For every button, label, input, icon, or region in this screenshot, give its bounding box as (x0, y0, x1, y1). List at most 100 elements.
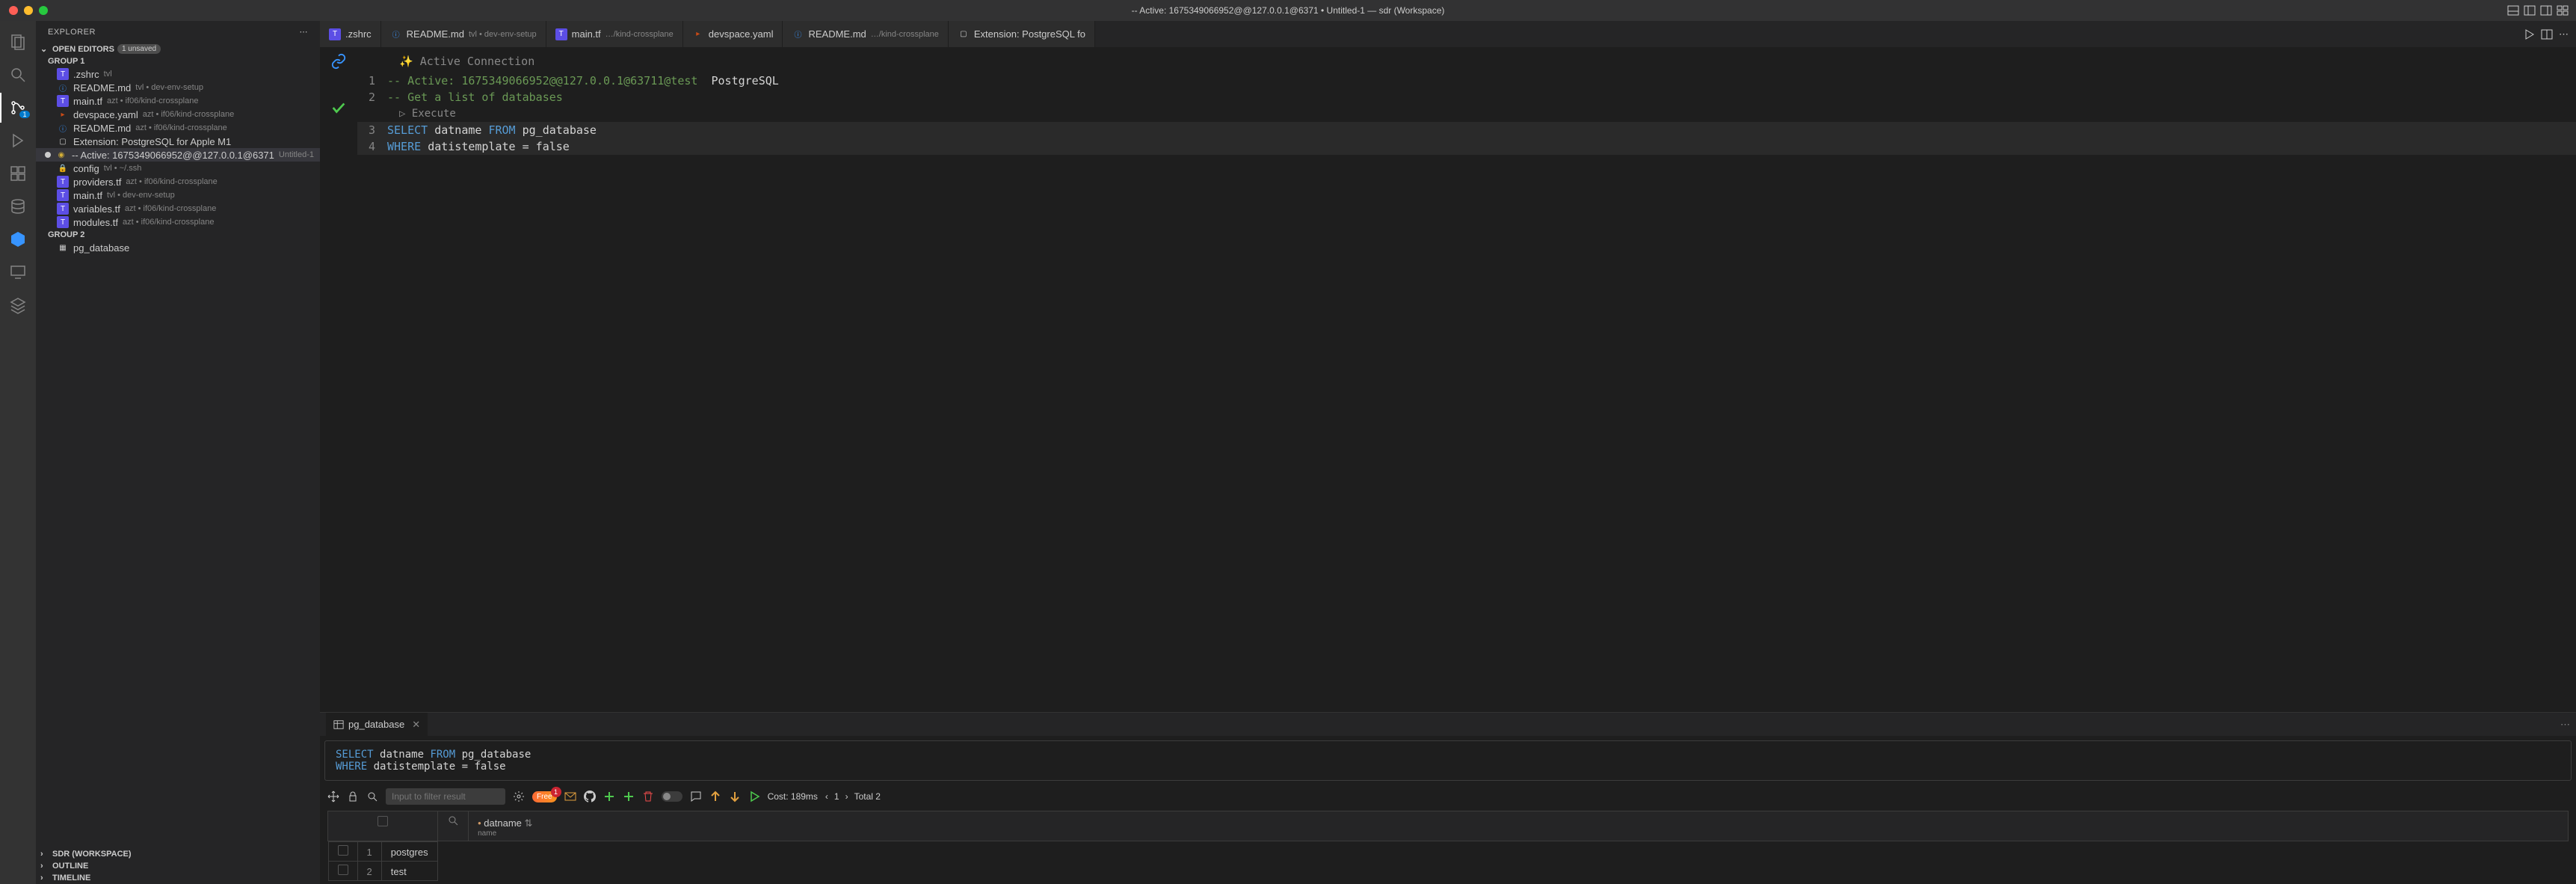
activity-database[interactable] (0, 191, 36, 221)
code-editor[interactable]: ✨ Active Connection 1-- Active: 16753490… (357, 47, 2576, 712)
play-icon[interactable] (748, 791, 760, 802)
tree-item[interactable]: ▸devspace.yaml azt • if06/kind-crossplan… (36, 108, 320, 121)
trash-icon[interactable] (642, 791, 654, 802)
file-desc: azt • if06/kind-crossplane (135, 123, 227, 132)
editor-body[interactable]: ✨ Active Connection 1-- Active: 16753490… (320, 47, 2576, 712)
activity-search[interactable] (0, 60, 36, 90)
file-name: variables.tf (73, 203, 120, 215)
toggle-sidebar-icon[interactable] (2524, 4, 2536, 16)
more-icon[interactable]: ⋯ (2559, 28, 2569, 40)
modified-dot (45, 152, 51, 158)
toggle-panel-icon[interactable] (2507, 4, 2519, 16)
code-line[interactable]: 2-- Get a list of databases (357, 89, 2576, 105)
row-index: 1 (357, 842, 381, 862)
row-select[interactable] (328, 842, 357, 862)
panel-tab-label: pg_database (348, 719, 404, 730)
editor-tab[interactable]: ⓘREADME.md…/kind-crossplane (783, 21, 948, 47)
editor-tab[interactable]: Tmain.tf…/kind-crossplane (546, 21, 683, 47)
tree-item[interactable]: ⓘREADME.md azt • if06/kind-crossplane (36, 121, 320, 135)
customize-layout-icon[interactable] (2557, 4, 2569, 16)
editor-tab[interactable]: ▢Extension: PostgreSQL fo (949, 21, 1095, 47)
panel-more-icon[interactable]: ⋯ (2560, 719, 2570, 731)
editor-tab[interactable]: ⓘREADME.mdtvl • dev-env-setup (381, 21, 546, 47)
tab-actions: ⋯ (2515, 21, 2576, 47)
cell-value[interactable]: postgres (381, 842, 437, 862)
free-badge[interactable]: Free1 (532, 791, 557, 802)
tree-item[interactable]: ◉-- Active: 1675349066952@@127.0.0.1@637… (36, 148, 320, 162)
mail-icon[interactable] (564, 791, 576, 802)
activity-kubernetes[interactable] (0, 224, 36, 254)
select-all-cell[interactable] (328, 811, 438, 841)
file-name: config (73, 163, 99, 174)
results-panel: pg_database ✕ ⋯ SELECT datname FROM pg_d… (320, 712, 2576, 884)
tree-item[interactable]: ▦pg_database (36, 241, 320, 254)
activity-scm[interactable]: 1 (0, 93, 36, 123)
prev-page-icon[interactable]: ‹ (825, 791, 828, 802)
grid-row[interactable]: 1postgres (328, 842, 437, 862)
split-icon[interactable] (2541, 28, 2553, 40)
code-line[interactable]: 3SELECT datname FROM pg_database (357, 122, 2576, 138)
code-line[interactable]: 1-- Active: 1675349066952@@127.0.0.1@637… (357, 73, 2576, 89)
maximize-window[interactable] (39, 6, 48, 15)
tree-item[interactable]: ⓘREADME.md tvl • dev-env-setup (36, 81, 320, 94)
search-icon (366, 791, 378, 802)
minimize-window[interactable] (24, 6, 33, 15)
file-name: -- Active: 1675349066952@@127.0.0.1@6371 (72, 150, 274, 161)
tree-item[interactable]: Tvariables.tf azt • if06/kind-crossplane (36, 202, 320, 215)
tree-item[interactable]: Tproviders.tf azt • if06/kind-crossplane (36, 175, 320, 188)
open-editors-header[interactable]: ⌄ OPEN EDITORS 1 unsaved (36, 43, 320, 55)
settings-icon[interactable] (513, 791, 525, 802)
tree-item[interactable]: 🔒config tvl • ~/.ssh (36, 162, 320, 175)
workspace-header[interactable]: ›SDR (WORKSPACE) (36, 848, 320, 860)
move-icon[interactable] (327, 791, 339, 802)
close-icon[interactable]: ✕ (412, 719, 420, 731)
activity-run[interactable] (0, 126, 36, 156)
activity-bar: 1 (0, 21, 36, 884)
panel-tab-pgdatabase[interactable]: pg_database ✕ (326, 713, 428, 736)
search-col-cell[interactable] (438, 811, 469, 841)
filter-input[interactable] (386, 788, 505, 805)
editor-tab[interactable]: T.zshrc (320, 21, 381, 47)
row-index: 2 (357, 862, 381, 881)
grid-row[interactable]: 2test (328, 862, 437, 881)
comment-icon[interactable] (690, 791, 702, 802)
link-icon[interactable] (330, 53, 347, 70)
tree-item[interactable]: T.zshrc tvl (36, 67, 320, 81)
arrow-up-icon[interactable] (709, 791, 721, 802)
run-icon[interactable] (2523, 28, 2535, 40)
layout-controls (2507, 4, 2576, 16)
column-header[interactable]: • datname ⇅ name (469, 811, 2569, 841)
file-name: devspace.yaml (73, 109, 138, 120)
close-window[interactable] (9, 6, 18, 15)
activity-remote[interactable] (0, 257, 36, 287)
cell-value[interactable]: test (381, 862, 437, 881)
toggle-secondary-icon[interactable] (2540, 4, 2552, 16)
activity-stack[interactable] (0, 290, 36, 320)
outline-header[interactable]: ›OUTLINE (36, 860, 320, 872)
open-editors-tree: GROUP 1 T.zshrc tvlⓘREADME.md tvl • dev-… (36, 55, 320, 848)
file-name: providers.tf (73, 177, 121, 188)
tree-item[interactable]: Tmodules.tf azt • if06/kind-crossplane (36, 215, 320, 229)
toggle-switch[interactable] (662, 791, 682, 802)
github-icon[interactable] (584, 791, 596, 802)
tree-item[interactable]: ▢Extension: PostgreSQL for Apple M1 (36, 135, 320, 148)
panel-tabs: pg_database ✕ ⋯ (320, 713, 2576, 736)
lock-icon[interactable] (347, 791, 359, 802)
tree-item[interactable]: Tmain.tf azt • if06/kind-crossplane (36, 94, 320, 108)
code-line[interactable]: 4WHERE datistemplate = false (357, 138, 2576, 155)
activity-extensions[interactable] (0, 159, 36, 188)
window-controls (0, 6, 48, 15)
plus-icon[interactable] (603, 791, 615, 802)
execute-codelens[interactable]: ▷ Execute (357, 105, 2576, 122)
activity-explorer[interactable] (0, 27, 36, 57)
next-page-icon[interactable]: › (845, 791, 848, 802)
editor-tab[interactable]: ▸devspace.yaml (683, 21, 783, 47)
group-1-label: GROUP 1 (36, 55, 320, 67)
timeline-header[interactable]: ›TIMELINE (36, 872, 320, 884)
row-select[interactable] (328, 862, 357, 881)
plus-icon[interactable] (623, 791, 635, 802)
file-name: main.tf (73, 190, 102, 201)
tree-item[interactable]: Tmain.tf tvl • dev-env-setup (36, 188, 320, 202)
arrow-down-icon[interactable] (729, 791, 741, 802)
sidebar-more-icon[interactable]: ⋯ (300, 27, 309, 37)
